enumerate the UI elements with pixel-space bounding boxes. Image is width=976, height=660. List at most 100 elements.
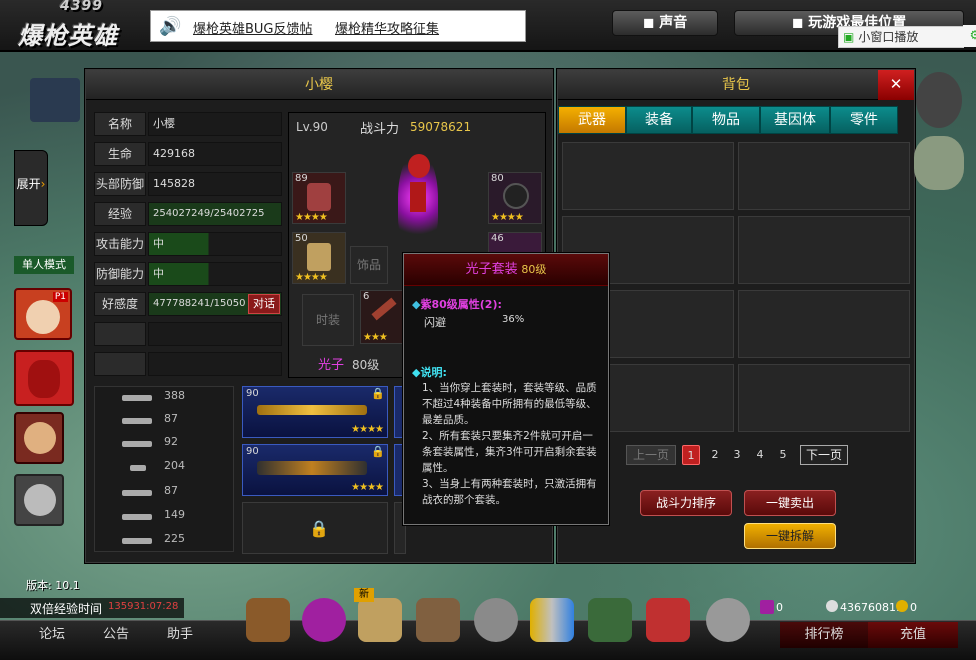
pants-slot[interactable]: 50 ★★★★: [292, 232, 346, 284]
recharge-button[interactable]: 充值: [868, 622, 958, 648]
backpack-icon[interactable]: [246, 598, 290, 642]
notice-link[interactable]: 公告: [92, 622, 140, 648]
stats-table: 名称 小樱 生命 429168 头部防御 145828 经验 254027249…: [94, 112, 282, 382]
tooltip-attr-value: 36%: [502, 314, 525, 325]
news-link-guide[interactable]: 爆枪精华攻略征集: [335, 18, 439, 37]
weapon-row[interactable]: 204: [100, 459, 200, 477]
chest-armor-slot[interactable]: 89 ★★★★: [292, 172, 346, 224]
stat-label: 攻击能力: [94, 232, 146, 256]
character-figure: [398, 150, 438, 246]
stat-label: 经验: [94, 202, 146, 226]
talk-button[interactable]: 对话: [248, 294, 280, 314]
gear-icon: ◼: [791, 15, 809, 31]
forum-link[interactable]: 论坛: [28, 622, 76, 648]
empty-weapon-slot[interactable]: 🔒: [242, 502, 388, 554]
weapon-row[interactable]: 149: [100, 508, 200, 526]
small-window-button[interactable]: ▣ 小窗口播放 ⚙: [838, 25, 976, 48]
boots-slot[interactable]: 46: [488, 232, 542, 254]
settings-icon[interactable]: ⚙: [963, 25, 976, 47]
bag-slot[interactable]: [738, 364, 910, 432]
weapon-row[interactable]: 388: [100, 389, 200, 407]
news-ticker: 🔊 爆枪英雄BUG反馈帖 爆枪精华攻略征集: [150, 10, 526, 42]
avatar-3[interactable]: [14, 474, 64, 526]
dismantle-all-button[interactable]: 一键拆解: [744, 523, 836, 549]
defense-bar: 中: [148, 262, 282, 286]
bag-slot[interactable]: [562, 142, 734, 210]
helmet-slot[interactable]: 80 ★★★★: [488, 172, 542, 224]
bag-slot[interactable]: [738, 290, 910, 358]
avatar-face: [28, 360, 60, 398]
suit-tooltip: 光子套装 80级 ◆紫80级属性(2): 闪避 36% ◆说明: 1、当你穿上套…: [403, 253, 609, 525]
rank-power-button[interactable]: 战斗力排序: [640, 490, 732, 516]
tab-weapons[interactable]: 武器: [558, 106, 626, 134]
avatar-face: [26, 300, 60, 334]
window-icon: ▣: [843, 30, 855, 44]
tab-equipment[interactable]: 装备: [626, 106, 692, 134]
body: [410, 182, 426, 212]
hammer-icon[interactable]: [416, 598, 460, 642]
dice-icon[interactable]: [302, 598, 346, 642]
weapon-card[interactable]: 90 🔒 ★★★★: [242, 386, 388, 438]
shop-icon[interactable]: [646, 598, 690, 642]
accessory-slot[interactable]: 饰品: [350, 246, 388, 284]
rank-button[interactable]: 排行榜: [780, 622, 868, 648]
news-link-bug[interactable]: 爆枪英雄BUG反馈帖: [193, 18, 313, 37]
desc-line: 2、所有套装只要集齐2件就可开启一条套装属性，集齐3件可开启剩余套装属性。: [422, 430, 597, 474]
stat-label: 头部防御: [94, 172, 146, 196]
zombie-head-icon[interactable]: [474, 598, 518, 642]
gear-icon[interactable]: [706, 598, 750, 642]
player-avatar-p1[interactable]: P1: [14, 288, 72, 340]
page-4[interactable]: 4: [751, 445, 769, 465]
empty-label: [94, 322, 146, 346]
rifle-icon: [122, 395, 152, 401]
armor-icon: [307, 183, 331, 211]
tab-gene[interactable]: 基因体: [760, 106, 830, 134]
expand-button[interactable]: 展开›: [14, 150, 48, 226]
bag-slot[interactable]: [738, 142, 910, 210]
prev-page-button[interactable]: 上一页: [626, 445, 676, 465]
helmet-icon: [503, 183, 529, 209]
soldier-icon[interactable]: [588, 598, 632, 642]
fashion-slot[interactable]: 时装: [302, 294, 354, 346]
pants-icon: [307, 243, 331, 271]
page-2[interactable]: 2: [706, 445, 724, 465]
knife-icon: [371, 297, 397, 321]
avatar-xiaoying[interactable]: [14, 350, 74, 406]
weapon-row[interactable]: 92: [100, 435, 200, 453]
scroll-icon[interactable]: [358, 598, 402, 642]
avatar-face: [24, 422, 56, 454]
sound-icon: ◼: [642, 15, 660, 31]
tab-items[interactable]: 物品: [692, 106, 760, 134]
sell-all-button[interactable]: 一键卖出: [744, 490, 836, 516]
bag-title: 背包: [558, 70, 914, 100]
next-page-button[interactable]: 下一页: [800, 445, 848, 465]
helper-link[interactable]: 助手: [156, 622, 204, 648]
page-1[interactable]: 1: [682, 445, 700, 465]
gold-count: 0: [910, 601, 917, 614]
weapon-card[interactable]: 90 🔒 ★★★★: [242, 444, 388, 496]
page-3[interactable]: 3: [728, 445, 746, 465]
silver-icon: [826, 600, 838, 612]
weapon-row[interactable]: 225: [100, 532, 200, 550]
lock-icon: 🔒: [371, 445, 385, 458]
silver-count: 436760819: [840, 601, 903, 614]
version-label: 版本: 10.1: [26, 579, 80, 592]
page-5[interactable]: 5: [774, 445, 792, 465]
lock-icon: 🔒: [371, 387, 385, 400]
weapon-row[interactable]: 87: [100, 484, 200, 502]
stat-value: 429168: [148, 142, 282, 166]
weapon-slot[interactable]: 6 ★★★: [360, 290, 404, 344]
tab-parts[interactable]: 零件: [830, 106, 898, 134]
empty-value: [148, 352, 282, 376]
double-exp-bar: 双倍经验时间 135931:07:28: [0, 598, 184, 618]
avatar-2[interactable]: [14, 412, 64, 464]
bag-slot[interactable]: [738, 216, 910, 284]
stat-label: 好感度: [94, 292, 146, 316]
tooltip-desc: 1、当你穿上套装时，套装等级、品质不超过4种装备中所拥有的最低等级、最差品质。 …: [422, 380, 602, 508]
sound-button[interactable]: ◼ 声音: [612, 10, 718, 36]
weapon-row[interactable]: 87: [100, 412, 200, 430]
gem-icon: [760, 600, 774, 614]
close-button[interactable]: ✕: [878, 70, 914, 100]
tooltip-header: 光子套装 80级: [404, 254, 608, 286]
bullets-icon[interactable]: [530, 598, 574, 642]
